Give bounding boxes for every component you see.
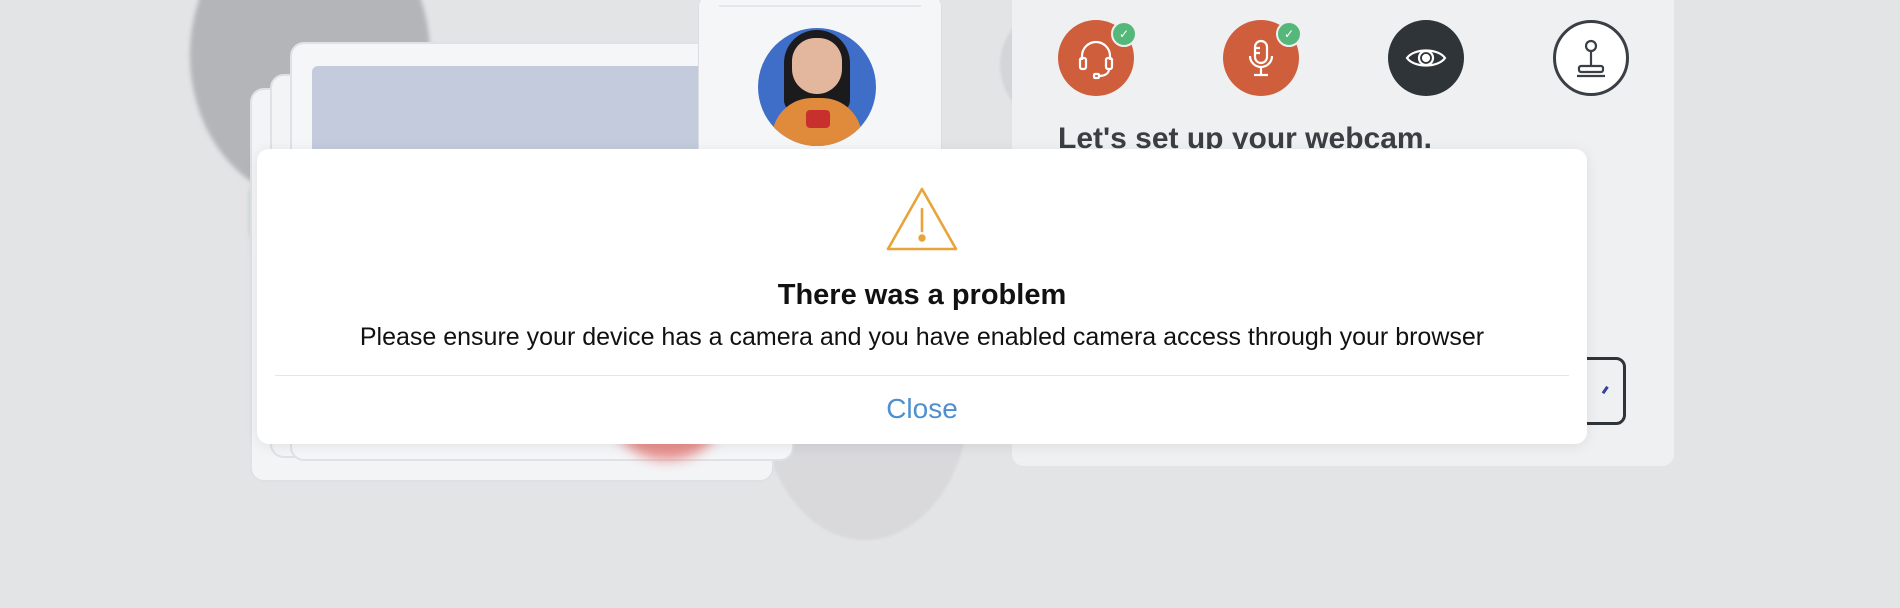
close-button[interactable]: Close [257, 393, 1587, 425]
step-microphone[interactable]: ✓ [1223, 20, 1302, 96]
step-headset[interactable]: ✓ [1058, 20, 1137, 96]
check-icon: ✓ [1276, 21, 1302, 47]
headset-icon [1078, 40, 1114, 80]
eye-icon [1405, 49, 1447, 67]
step-webcam[interactable] [1388, 20, 1464, 96]
step-controller[interactable] [1553, 20, 1629, 96]
dialog-divider [275, 375, 1569, 376]
dialog-message: Please ensure your device has a camera a… [359, 323, 1485, 351]
avatar [758, 28, 876, 146]
warning-icon [886, 187, 958, 251]
panel-divider [719, 5, 921, 7]
error-dialog: There was a problem Please ensure your d… [257, 149, 1587, 444]
dialog-title: There was a problem [777, 279, 1067, 311]
check-icon: ✓ [1111, 21, 1137, 47]
microphone-icon [1248, 39, 1274, 77]
joystick-icon [1577, 39, 1605, 78]
chevron-icon [1590, 377, 1609, 395]
